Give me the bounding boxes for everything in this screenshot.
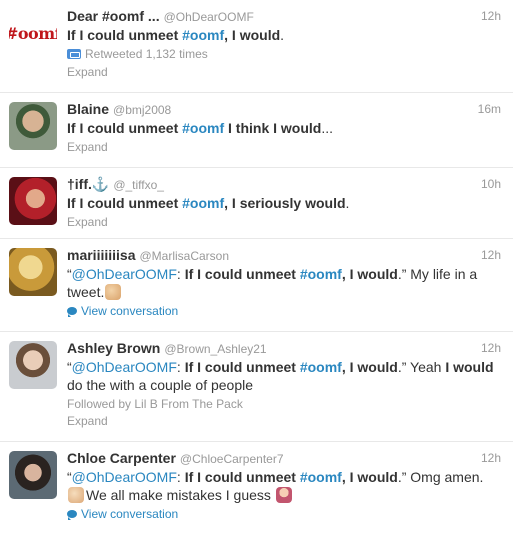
tweet-item[interactable]: mariiiiiiisa @MarlisaCarson 12h “@OhDearO… [0,239,513,332]
timestamp[interactable]: 12h [481,247,501,264]
tweet-item[interactable]: Blaine @bmj2008 16m If I could unmeet #oo… [0,93,513,168]
display-name[interactable]: Ashley Brown [67,340,160,356]
user-handle[interactable]: @MarlisaCarson [139,249,229,263]
conversation-bubble-icon [67,307,77,317]
mention-link[interactable]: @OhDearOOMF [72,359,177,375]
tweet-stream: #oomf Dear #oomf ... @OhDearOOMF 12h If I… [0,0,513,536]
tweet-item[interactable]: †iff.⚓ @_tiffxo_ 10h If I could unmeet #o… [0,168,513,239]
avatar[interactable] [9,177,57,225]
user-handle[interactable]: @ChloeCarpenter7 [180,452,284,466]
view-conversation-link[interactable]: View conversation [67,303,501,319]
clapping-hands-emoji-icon [68,487,84,503]
conversation-bubble-icon [67,510,77,520]
tweet-item[interactable]: Chloe Carpenter @ChloeCarpenter7 12h “@Oh… [0,442,513,536]
user-handle[interactable]: @Brown_Ashley21 [164,342,266,356]
avatar[interactable] [9,248,57,296]
timestamp[interactable]: 10h [481,176,501,193]
hashtag-link[interactable]: #oomf [300,359,342,375]
user-handle[interactable]: @_tiffxo_ [113,178,164,192]
tweet-text: If I could unmeet #oomf, I would. [67,27,285,43]
followed-by-text: Followed by Lil B From The Pack [67,397,243,411]
tweet-text: “@OhDearOOMF: If I could unmeet #oomf, I… [67,359,494,393]
display-name[interactable]: †iff.⚓ [67,176,109,192]
expand-link[interactable]: Expand [67,139,501,155]
user-handle[interactable]: @OhDearOOMF [164,10,254,24]
retweet-icon [67,49,81,59]
hashtag-link[interactable]: #oomf [182,120,224,136]
mention-link[interactable]: @OhDearOOMF [72,469,177,485]
retweet-count: Retweeted 1,132 times [67,46,501,62]
raised-hands-emoji-icon [105,284,122,300]
display-name[interactable]: mariiiiiiisa [67,247,135,263]
tweet-item[interactable]: #oomf Dear #oomf ... @OhDearOOMF 12h If I… [0,0,513,93]
avatar[interactable] [9,341,57,389]
hashtag-link[interactable]: #oomf [300,469,342,485]
avatar[interactable] [9,102,57,150]
woman-emoji-icon [275,487,292,503]
expand-link[interactable]: Expand [67,413,501,429]
display-name[interactable]: Blaine [67,101,109,117]
tweet-text: If I could unmeet #oomf, I seriously wou… [67,195,350,211]
tweet-item[interactable]: Ashley Brown @Brown_Ashley21 12h “@OhDear… [0,332,513,442]
tweet-text: “@OhDearOOMF: If I could unmeet #oomf, I… [67,469,484,503]
avatar[interactable] [9,451,57,499]
display-name[interactable]: Chloe Carpenter [67,450,176,466]
user-handle[interactable]: @bmj2008 [113,103,171,117]
hashtag-link[interactable]: #oomf [182,195,224,211]
mention-link[interactable]: @OhDearOOMF [72,266,177,282]
hashtag-link[interactable]: #oomf [300,266,342,282]
view-conversation-link[interactable]: View conversation [67,506,501,522]
avatar-logo-text: #oomf [9,23,57,43]
tweet-text: If I could unmeet #oomf I think I would.… [67,120,334,136]
timestamp[interactable]: 12h [481,8,501,25]
expand-link[interactable]: Expand [67,64,501,80]
avatar[interactable]: #oomf [9,9,57,57]
display-name[interactable]: Dear #oomf ... [67,8,160,24]
timestamp[interactable]: 12h [481,340,501,357]
tweet-text: “@OhDearOOMF: If I could unmeet #oomf, I… [67,266,478,300]
timestamp[interactable]: 16m [478,101,501,118]
expand-link[interactable]: Expand [67,214,501,230]
timestamp[interactable]: 12h [481,450,501,467]
hashtag-link[interactable]: #oomf [182,27,224,43]
